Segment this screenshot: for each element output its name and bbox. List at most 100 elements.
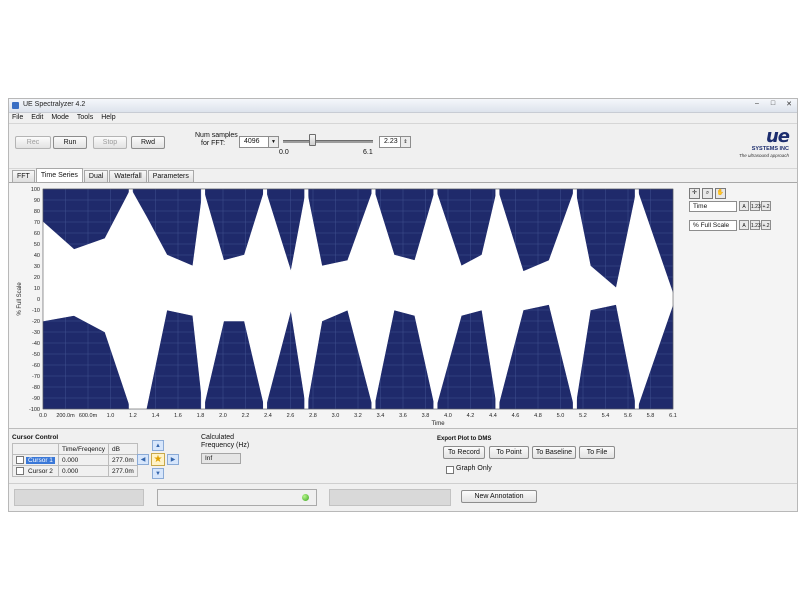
stop-button[interactable]: Stop — [93, 136, 127, 149]
x-tick-label: 600.0m — [79, 413, 98, 419]
y-tick-label: 30 — [34, 264, 40, 270]
slider-max-label: 6.1 — [363, 149, 373, 156]
x-tick-label: 3.2 — [354, 413, 362, 419]
y-axis-name-field[interactable]: % Full Scale — [689, 220, 737, 231]
to-record-button[interactable]: To Record — [443, 446, 485, 459]
app-icon — [12, 102, 19, 109]
slider-value: 2.23 — [384, 138, 398, 145]
logo-tagline: The ultrasound approach — [738, 153, 789, 158]
y-tick-label: 40 — [34, 253, 40, 259]
zoom-icon[interactable]: ⌕ — [702, 188, 713, 199]
cursor-move-pad: ▲ ◀ ★ ▶ ▼ — [137, 439, 181, 479]
y-format-button[interactable]: 1.23 — [750, 220, 761, 230]
tab-fft[interactable]: FFT — [12, 170, 35, 182]
cursor-1-db: 277.0m — [108, 454, 138, 466]
x-tick-label: 1.8 — [197, 413, 205, 419]
x-tick-label: 2.6 — [287, 413, 295, 419]
num-samples-label-2: for FFT: — [201, 140, 226, 147]
menu-tools[interactable]: Tools — [77, 112, 93, 123]
tab-time-series[interactable]: Time Series — [35, 168, 83, 182]
new-annotation-button[interactable]: New Annotation — [461, 490, 537, 503]
y-precision-button[interactable]: +.2 — [761, 220, 771, 230]
to-baseline-button[interactable]: To Baseline — [532, 446, 576, 459]
slider-track[interactable] — [283, 140, 373, 143]
cursor-1-checkbox[interactable] — [16, 456, 24, 464]
y-tick-label: 90 — [34, 198, 40, 204]
rec-button[interactable]: Rec — [15, 136, 51, 149]
status-bar: New Annotation — [9, 483, 797, 514]
slider-thumb[interactable] — [308, 134, 316, 146]
arrow-right-icon[interactable]: ▶ — [167, 454, 179, 465]
cursor-control-title: Cursor Control — [12, 434, 59, 441]
graph-palette: ✛ ⌕ ✋ Time A 1.23 +.2 % Full Scale A 1.2… — [689, 188, 789, 231]
crosshair-icon[interactable]: ✛ — [689, 188, 700, 199]
to-point-button[interactable]: To Point — [489, 446, 529, 459]
slider-value-field[interactable]: 2.23 ⇕ — [379, 136, 411, 148]
to-file-button[interactable]: To File — [579, 446, 615, 459]
x-tick-label: 5.0 — [557, 413, 565, 419]
star-icon[interactable]: ★ — [151, 453, 165, 466]
status-panel-2 — [157, 489, 317, 506]
x-tick-label: 5.6 — [624, 413, 632, 419]
x-tick-label: 6.1 — [669, 413, 677, 419]
y-tick-label: -90 — [32, 396, 40, 402]
x-axis-name-field[interactable]: Time — [689, 201, 737, 212]
cursor-1-time: 0.000 — [57, 454, 110, 466]
x-tick-label: 1.0 — [107, 413, 115, 419]
slider-min-label: 0.0 — [279, 149, 289, 156]
x-tick-label: 4.0 — [444, 413, 452, 419]
table-row[interactable]: Cursor 1 0.000 277.0m — [12, 454, 138, 466]
x-tick-label: 2.0 — [219, 413, 227, 419]
x-precision-button[interactable]: +.2 — [761, 201, 771, 211]
rwd-button[interactable]: Rwd — [131, 136, 165, 149]
cursor-2-checkbox[interactable] — [16, 467, 24, 475]
y-autoscale-button[interactable]: A — [739, 220, 749, 230]
menu-file[interactable]: File — [12, 112, 23, 123]
x-autoscale-button[interactable]: A — [739, 201, 749, 211]
x-tick-label: 2.4 — [264, 413, 272, 419]
y-tick-label: -80 — [32, 385, 40, 391]
cursor-1-name[interactable]: Cursor 1 — [26, 456, 55, 464]
x-tick-label: 4.8 — [534, 413, 542, 419]
logo-mark: ue — [765, 126, 790, 147]
bottom-controls: Cursor Control Time/Freqency dB Cursor 1… — [9, 428, 797, 484]
x-tick-label: 5.8 — [647, 413, 655, 419]
menu-help[interactable]: Help — [101, 112, 115, 123]
menu-mode[interactable]: Mode — [51, 112, 69, 123]
status-panel-1 — [14, 489, 144, 506]
chevron-down-icon: ▼ — [268, 137, 278, 147]
run-button[interactable]: Run — [53, 136, 87, 149]
cursor-2-name[interactable]: Cursor 2 — [26, 468, 55, 475]
x-tick-label: 3.6 — [399, 413, 407, 419]
cursor-2-db: 277.0m — [108, 465, 138, 477]
x-format-button[interactable]: 1.23 — [750, 201, 761, 211]
pan-hand-icon[interactable]: ✋ — [715, 188, 726, 199]
tab-waterfall[interactable]: Waterfall — [109, 170, 147, 182]
menu-edit[interactable]: Edit — [31, 112, 43, 123]
table-row[interactable]: Cursor 2 0.000 277.0m — [12, 465, 138, 477]
arrow-up-icon[interactable]: ▲ — [152, 440, 164, 451]
close-button[interactable]: ✕ — [784, 100, 794, 108]
stepper-icon[interactable]: ⇕ — [400, 137, 410, 147]
num-samples-value: 4096 — [244, 138, 260, 145]
x-tick-label: 3.0 — [332, 413, 340, 419]
x-tick-label: 0.0 — [39, 413, 47, 419]
y-tick-label: 50 — [34, 242, 40, 248]
arrow-left-icon[interactable]: ◀ — [137, 454, 149, 465]
status-led-icon — [302, 494, 309, 501]
maximize-button[interactable]: □ — [768, 100, 778, 108]
calc-freq-label-2: Frequency (Hz) — [201, 442, 250, 449]
x-tick-label: 1.2 — [129, 413, 137, 419]
num-samples-select[interactable]: 4096 ▼ — [239, 136, 279, 148]
tab-dual[interactable]: Dual — [83, 170, 109, 182]
y-tick-label: -30 — [32, 330, 40, 336]
time-series-chart[interactable]: 1009080706050403020100-10-20-30-40-50-60… — [9, 183, 689, 428]
y-tick-label: -20 — [32, 319, 40, 325]
y-tick-label: 70 — [34, 220, 40, 226]
graph-only-checkbox[interactable] — [446, 466, 454, 474]
arrow-down-icon[interactable]: ▼ — [152, 468, 164, 479]
calc-freq-value: Inf — [201, 453, 241, 464]
x-tick-label: 4.2 — [467, 413, 475, 419]
tab-parameters[interactable]: Parameters — [147, 170, 194, 182]
minimize-button[interactable]: – — [752, 100, 762, 108]
